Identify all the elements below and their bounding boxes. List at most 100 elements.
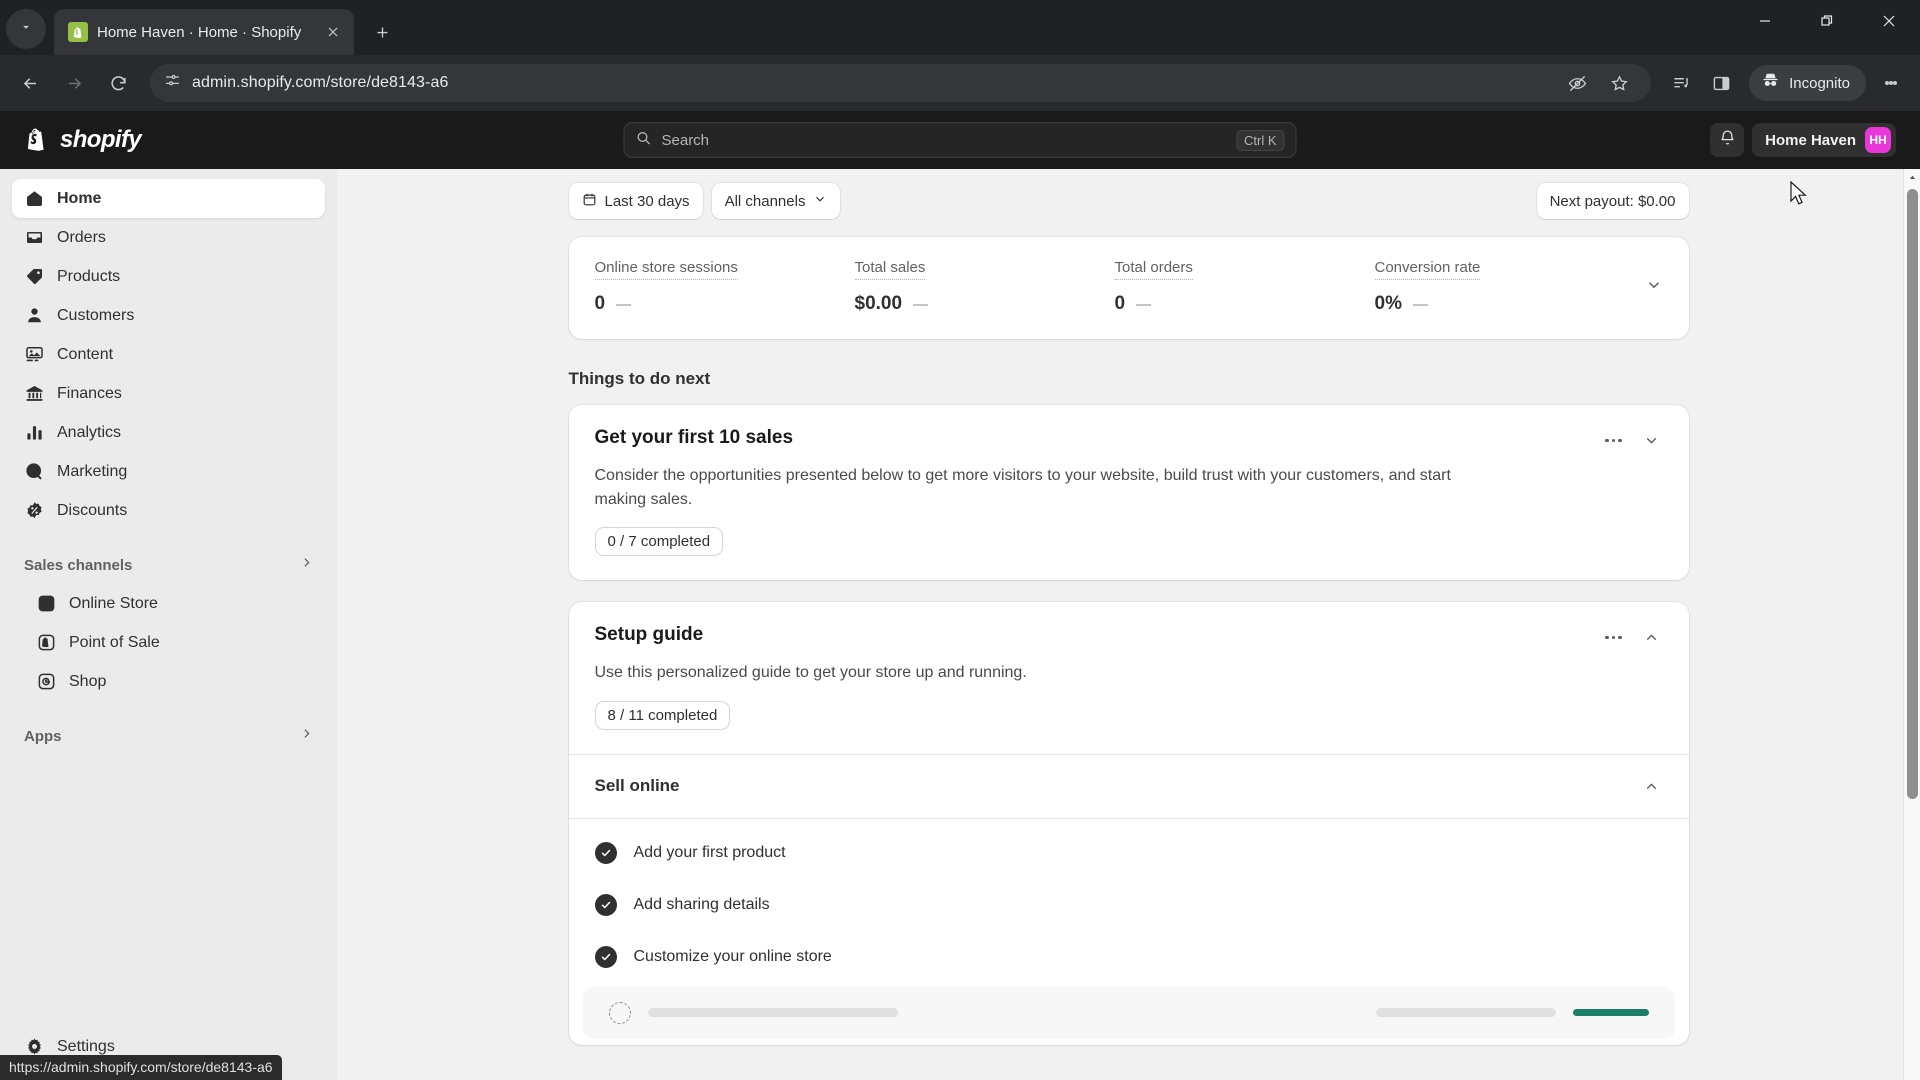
check-icon xyxy=(594,945,617,968)
tab-search-button[interactable] xyxy=(6,9,46,49)
metric-online-store-sessions[interactable]: Online store sessions 0 — xyxy=(594,259,855,315)
calendar-icon xyxy=(582,192,597,211)
search-input[interactable]: Search Ctrl K xyxy=(623,122,1297,158)
date-range-filter[interactable]: Last 30 days xyxy=(568,183,703,219)
setup-guide-section-sell-online[interactable]: Sell online xyxy=(568,755,1689,819)
pos-icon xyxy=(36,633,56,653)
sidebar-item-home[interactable]: Home xyxy=(12,179,325,218)
metric-delta: — xyxy=(1412,296,1428,313)
forward-button[interactable] xyxy=(54,63,94,103)
section-title: Sell online xyxy=(594,776,680,796)
placeholder-text xyxy=(1375,1008,1556,1018)
sidebar-item-label: Shop xyxy=(69,672,107,690)
avatar: HH xyxy=(1865,127,1891,153)
channels-filter[interactable]: All channels xyxy=(711,183,841,219)
metric-label: Total orders xyxy=(1114,259,1193,280)
chevron-down-icon xyxy=(19,20,33,39)
metric-conversion-rate[interactable]: Conversion rate 0% — xyxy=(1374,259,1635,315)
tab-close-icon[interactable] xyxy=(322,21,344,43)
sidebar-item-label: Settings xyxy=(57,1037,115,1055)
setup-task-row-partial[interactable] xyxy=(582,986,1675,1039)
shopify-bag-icon xyxy=(24,125,51,156)
bell-icon xyxy=(1719,129,1736,151)
sidebar-item-content[interactable]: Content xyxy=(12,335,325,374)
page-viewport: shopify Search Ctrl K Home Haven HH Home… xyxy=(0,111,1920,1080)
sidebar-item-discounts[interactable]: Discounts xyxy=(12,491,325,530)
placeholder-text xyxy=(647,1008,898,1018)
sidebar-item-analytics[interactable]: Analytics xyxy=(12,413,325,452)
close-icon[interactable] xyxy=(1858,0,1920,42)
metric-total-sales[interactable]: Total sales $0.00 — xyxy=(854,259,1115,315)
status-bar-url: https://admin.shopify.com/store/de8143-a… xyxy=(0,1055,282,1080)
sidebar-item-shop[interactable]: Shop xyxy=(12,662,325,701)
progress-badge: 0 / 7 completed xyxy=(594,527,724,557)
sidebar-item-label: Analytics xyxy=(57,423,122,441)
side-panel-icon[interactable] xyxy=(1703,65,1739,101)
incognito-indicator[interactable]: Incognito xyxy=(1749,65,1866,101)
first-sales-card: Get your first 10 sales Consider the opp… xyxy=(568,405,1689,581)
chevron-up-icon[interactable] xyxy=(1640,775,1663,798)
next-payout-button[interactable]: Next payout: $0.00 xyxy=(1536,183,1689,219)
chevron-right-icon xyxy=(300,727,313,745)
metric-label: Online store sessions xyxy=(594,259,738,280)
kebab-menu-icon[interactable] xyxy=(1872,64,1910,102)
sidebar-item-orders[interactable]: Orders xyxy=(12,218,325,257)
star-icon[interactable] xyxy=(1601,65,1637,101)
browser-tab[interactable]: Home Haven · Home · Shopify xyxy=(54,9,354,55)
ellipsis-icon[interactable] xyxy=(1601,435,1626,447)
sidebar-item-customers[interactable]: Customers xyxy=(12,296,325,335)
back-button[interactable] xyxy=(10,63,50,103)
metrics-card: Online store sessions 0 — Total sales $0… xyxy=(568,237,1689,339)
sidebar-item-marketing[interactable]: Marketing xyxy=(12,452,325,491)
main-content: Last 30 days All channels Next payout: $… xyxy=(337,169,1920,1080)
restore-icon[interactable] xyxy=(1796,0,1858,42)
address-bar-actions xyxy=(1559,65,1637,101)
site-settings-icon[interactable] xyxy=(164,72,181,94)
sidebar-item-label: Finances xyxy=(57,384,122,402)
metrics-expand-button[interactable] xyxy=(1635,276,1663,299)
pending-check-icon xyxy=(608,1001,631,1024)
sidebar: Home Orders Products Customers Content F… xyxy=(0,169,337,1080)
setup-task-row[interactable]: Customize your online store xyxy=(569,931,1689,983)
sidebar-item-finances[interactable]: Finances xyxy=(12,374,325,413)
metric-delta: — xyxy=(616,296,632,313)
scrollbar-thumb[interactable] xyxy=(1907,189,1918,799)
ellipsis-icon[interactable] xyxy=(1601,632,1626,644)
shopify-top-bar-actions: Home Haven HH xyxy=(1710,123,1896,157)
browser-window: Home Haven · Home · Shopify admin.shopif… xyxy=(0,0,1920,1080)
setup-task-row[interactable]: Add sharing details xyxy=(569,879,1689,931)
chevron-up-icon[interactable] xyxy=(1640,626,1663,649)
media-playlist-icon[interactable] xyxy=(1663,65,1699,101)
sidebar-section-sales-channels[interactable]: Sales channels xyxy=(12,546,325,584)
channels-label: All channels xyxy=(724,192,806,210)
sidebar-item-point-of-sale[interactable]: Point of Sale xyxy=(12,623,325,662)
minimize-icon[interactable] xyxy=(1734,0,1796,42)
search-shortcut: Ctrl K xyxy=(1236,129,1285,151)
store-account-button[interactable]: Home Haven HH xyxy=(1752,123,1896,157)
eye-off-icon[interactable] xyxy=(1559,65,1595,101)
notifications-button[interactable] xyxy=(1710,123,1745,157)
address-bar[interactable]: admin.shopify.com/store/de8143-a6 xyxy=(150,64,1652,102)
chevron-down-icon[interactable] xyxy=(1640,429,1663,452)
sidebar-item-products[interactable]: Products xyxy=(12,257,325,296)
search-icon xyxy=(636,130,652,151)
reload-button[interactable] xyxy=(98,63,138,103)
setup-task-row[interactable]: Add your first product xyxy=(569,827,1689,879)
shop-icon xyxy=(36,672,56,692)
shopify-logo[interactable]: shopify xyxy=(24,125,142,156)
tab-title: Home Haven · Home · Shopify xyxy=(97,23,302,41)
vertical-scrollbar[interactable] xyxy=(1903,169,1920,1080)
progress-badge: 8 / 11 completed xyxy=(594,700,731,730)
sidebar-item-label: Home xyxy=(57,189,102,207)
incognito-label: Incognito xyxy=(1789,74,1850,92)
scroll-up-arrow-icon[interactable] xyxy=(1904,169,1920,186)
sidebar-section-apps[interactable]: Apps xyxy=(12,717,325,755)
new-tab-button[interactable] xyxy=(364,14,400,50)
person-icon xyxy=(24,306,44,326)
sidebar-item-label: Products xyxy=(57,267,121,285)
chevron-down-icon xyxy=(813,192,827,210)
chevron-down-icon xyxy=(1645,281,1663,298)
target-cursor-icon xyxy=(24,462,44,482)
sidebar-item-online-store[interactable]: Online Store xyxy=(12,584,325,623)
metric-total-orders[interactable]: Total orders 0 — xyxy=(1114,259,1375,315)
